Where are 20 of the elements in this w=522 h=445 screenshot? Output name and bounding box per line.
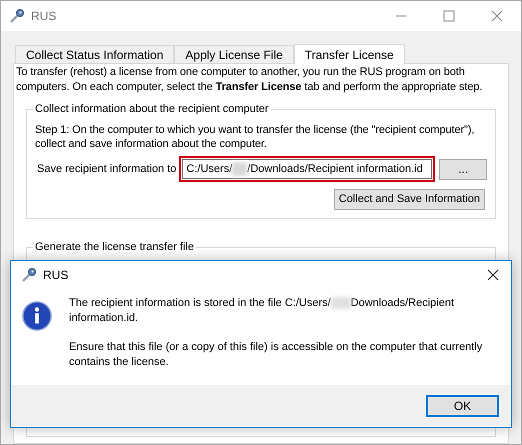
step-text: Step 1: On the computer to which you want to transfer the license (the "recipient computer"), collect and save information about the computer.: [35, 123, 476, 151]
intro-text: To transfer (rehost) a license from one computer to another, you run the RUS program on both computers. On each computer, select the Transfer License tab and perform the appropriate step.: [16, 65, 484, 95]
dialog-title: RUS: [43, 267, 68, 284]
key-icon: [21, 267, 37, 283]
key-icon: [9, 8, 25, 24]
ok-button[interactable]: OK: [426, 395, 499, 417]
tab[interactable]: Apply License File: [174, 45, 294, 63]
tab[interactable]: Transfer License: [294, 44, 405, 64]
group-title: Collect information about the recipient computer: [33, 102, 271, 116]
field-label: Save recipient information to: [37, 162, 176, 177]
path-field[interactable]: C:/Users/ /Downloads/Recipient information.id: [179, 156, 436, 182]
browse-button[interactable]: ...: [439, 158, 487, 180]
message-text: Ensure that this file (or a copy of this file) is accessible on the computer that currently contains the license.: [69, 340, 484, 370]
message-text: The recipient information is stored in the file C:/Users/ Downloads/Recipient information.id.: [69, 296, 456, 326]
maximize-icon[interactable]: [443, 10, 455, 22]
window-title: RUS: [31, 8, 56, 25]
collect-save-button[interactable]: Collect and Save Information: [334, 189, 485, 210]
close-icon[interactable]: [487, 269, 499, 281]
tab[interactable]: Collect Status Information: [15, 45, 174, 63]
info-icon: [22, 300, 52, 332]
